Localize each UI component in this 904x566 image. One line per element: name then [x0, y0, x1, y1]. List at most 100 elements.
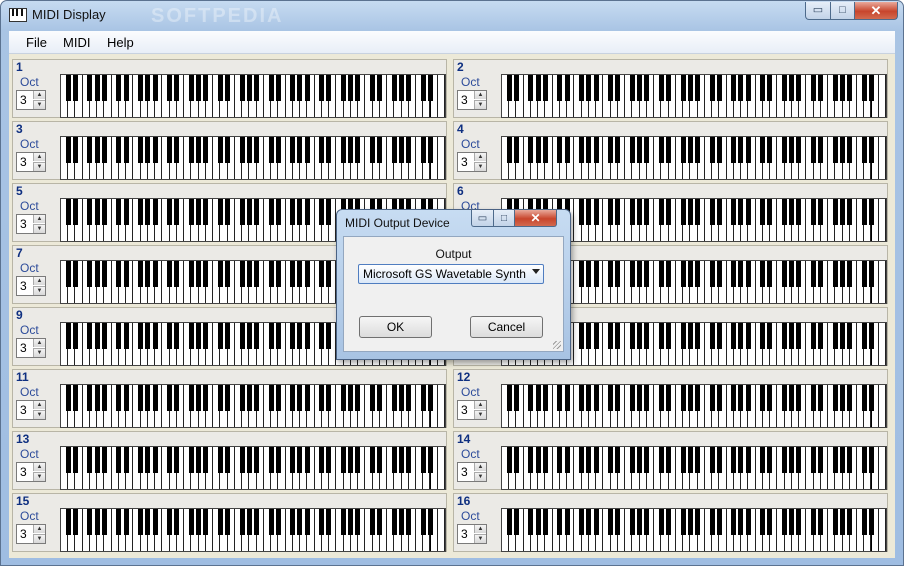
black-key[interactable] [731, 509, 737, 535]
black-key[interactable] [101, 385, 107, 411]
black-key[interactable] [781, 199, 787, 225]
black-key[interactable] [680, 385, 686, 411]
black-key[interactable] [290, 137, 296, 163]
black-key[interactable] [796, 199, 802, 225]
black-key[interactable] [861, 261, 867, 287]
black-key[interactable] [116, 447, 122, 473]
black-key[interactable] [637, 447, 643, 473]
white-key[interactable] [437, 447, 445, 489]
black-key[interactable] [348, 385, 354, 411]
black-key[interactable] [513, 137, 519, 163]
black-key[interactable] [564, 509, 570, 535]
black-key[interactable] [239, 385, 245, 411]
black-key[interactable] [506, 447, 512, 473]
black-key[interactable] [275, 75, 281, 101]
octave-spinner[interactable]: 3 ▲▼ [16, 338, 46, 358]
black-key[interactable] [832, 137, 838, 163]
dialog-minimize-button[interactable]: ▭ [471, 210, 494, 227]
spin-down-icon[interactable]: ▼ [474, 410, 486, 419]
black-key[interactable] [658, 137, 664, 163]
black-key[interactable] [629, 323, 635, 349]
black-key[interactable] [832, 323, 838, 349]
ok-button[interactable]: OK [359, 316, 432, 338]
black-key[interactable] [796, 323, 802, 349]
black-key[interactable] [608, 261, 614, 287]
close-button[interactable]: ✕ [854, 2, 898, 20]
black-key[interactable] [398, 385, 404, 411]
black-key[interactable] [818, 199, 824, 225]
black-key[interactable] [188, 509, 194, 535]
black-key[interactable] [406, 509, 412, 535]
black-key[interactable] [268, 199, 274, 225]
black-key[interactable] [832, 447, 838, 473]
black-key[interactable] [542, 75, 548, 101]
spin-up-icon[interactable]: ▲ [474, 401, 486, 409]
black-key[interactable] [167, 385, 173, 411]
black-key[interactable] [796, 385, 802, 411]
black-key[interactable] [738, 447, 744, 473]
black-key[interactable] [268, 323, 274, 349]
black-key[interactable] [658, 75, 664, 101]
black-key[interactable] [65, 137, 71, 163]
black-key[interactable] [760, 509, 766, 535]
black-key[interactable] [275, 199, 281, 225]
black-key[interactable] [680, 261, 686, 287]
black-key[interactable] [593, 261, 599, 287]
black-key[interactable] [138, 261, 144, 287]
black-key[interactable] [326, 75, 332, 101]
black-key[interactable] [528, 385, 534, 411]
black-key[interactable] [579, 509, 585, 535]
black-key[interactable] [513, 447, 519, 473]
black-key[interactable] [680, 509, 686, 535]
black-key[interactable] [326, 509, 332, 535]
white-key[interactable] [878, 385, 886, 427]
black-key[interactable] [593, 447, 599, 473]
black-key[interactable] [304, 137, 310, 163]
black-key[interactable] [398, 137, 404, 163]
black-key[interactable] [391, 509, 397, 535]
black-key[interactable] [290, 385, 296, 411]
spin-up-icon[interactable]: ▲ [474, 91, 486, 99]
black-key[interactable] [629, 137, 635, 163]
black-key[interactable] [326, 261, 332, 287]
black-key[interactable] [297, 75, 303, 101]
black-key[interactable] [709, 447, 715, 473]
black-key[interactable] [123, 385, 129, 411]
black-key[interactable] [174, 261, 180, 287]
black-key[interactable] [738, 137, 744, 163]
black-key[interactable] [398, 447, 404, 473]
black-key[interactable] [254, 447, 260, 473]
black-key[interactable] [564, 75, 570, 101]
black-key[interactable] [832, 509, 838, 535]
black-key[interactable] [637, 261, 643, 287]
black-key[interactable] [868, 199, 874, 225]
black-key[interactable] [579, 261, 585, 287]
black-key[interactable] [196, 199, 202, 225]
black-key[interactable] [297, 199, 303, 225]
black-key[interactable] [760, 323, 766, 349]
black-key[interactable] [760, 447, 766, 473]
black-key[interactable] [123, 509, 129, 535]
black-key[interactable] [796, 75, 802, 101]
black-key[interactable] [94, 509, 100, 535]
black-key[interactable] [847, 75, 853, 101]
black-key[interactable] [355, 137, 361, 163]
black-key[interactable] [355, 385, 361, 411]
black-key[interactable] [579, 447, 585, 473]
black-key[interactable] [839, 323, 845, 349]
black-key[interactable] [268, 137, 274, 163]
black-key[interactable] [629, 261, 635, 287]
spin-up-icon[interactable]: ▲ [33, 463, 45, 471]
white-key[interactable] [878, 447, 886, 489]
black-key[interactable] [513, 509, 519, 535]
black-key[interactable] [319, 509, 325, 535]
black-key[interactable] [760, 137, 766, 163]
black-key[interactable] [427, 137, 433, 163]
black-key[interactable] [203, 323, 209, 349]
piano-keyboard[interactable] [60, 508, 446, 552]
black-key[interactable] [847, 509, 853, 535]
black-key[interactable] [637, 137, 643, 163]
black-key[interactable] [506, 385, 512, 411]
black-key[interactable] [861, 323, 867, 349]
black-key[interactable] [297, 261, 303, 287]
